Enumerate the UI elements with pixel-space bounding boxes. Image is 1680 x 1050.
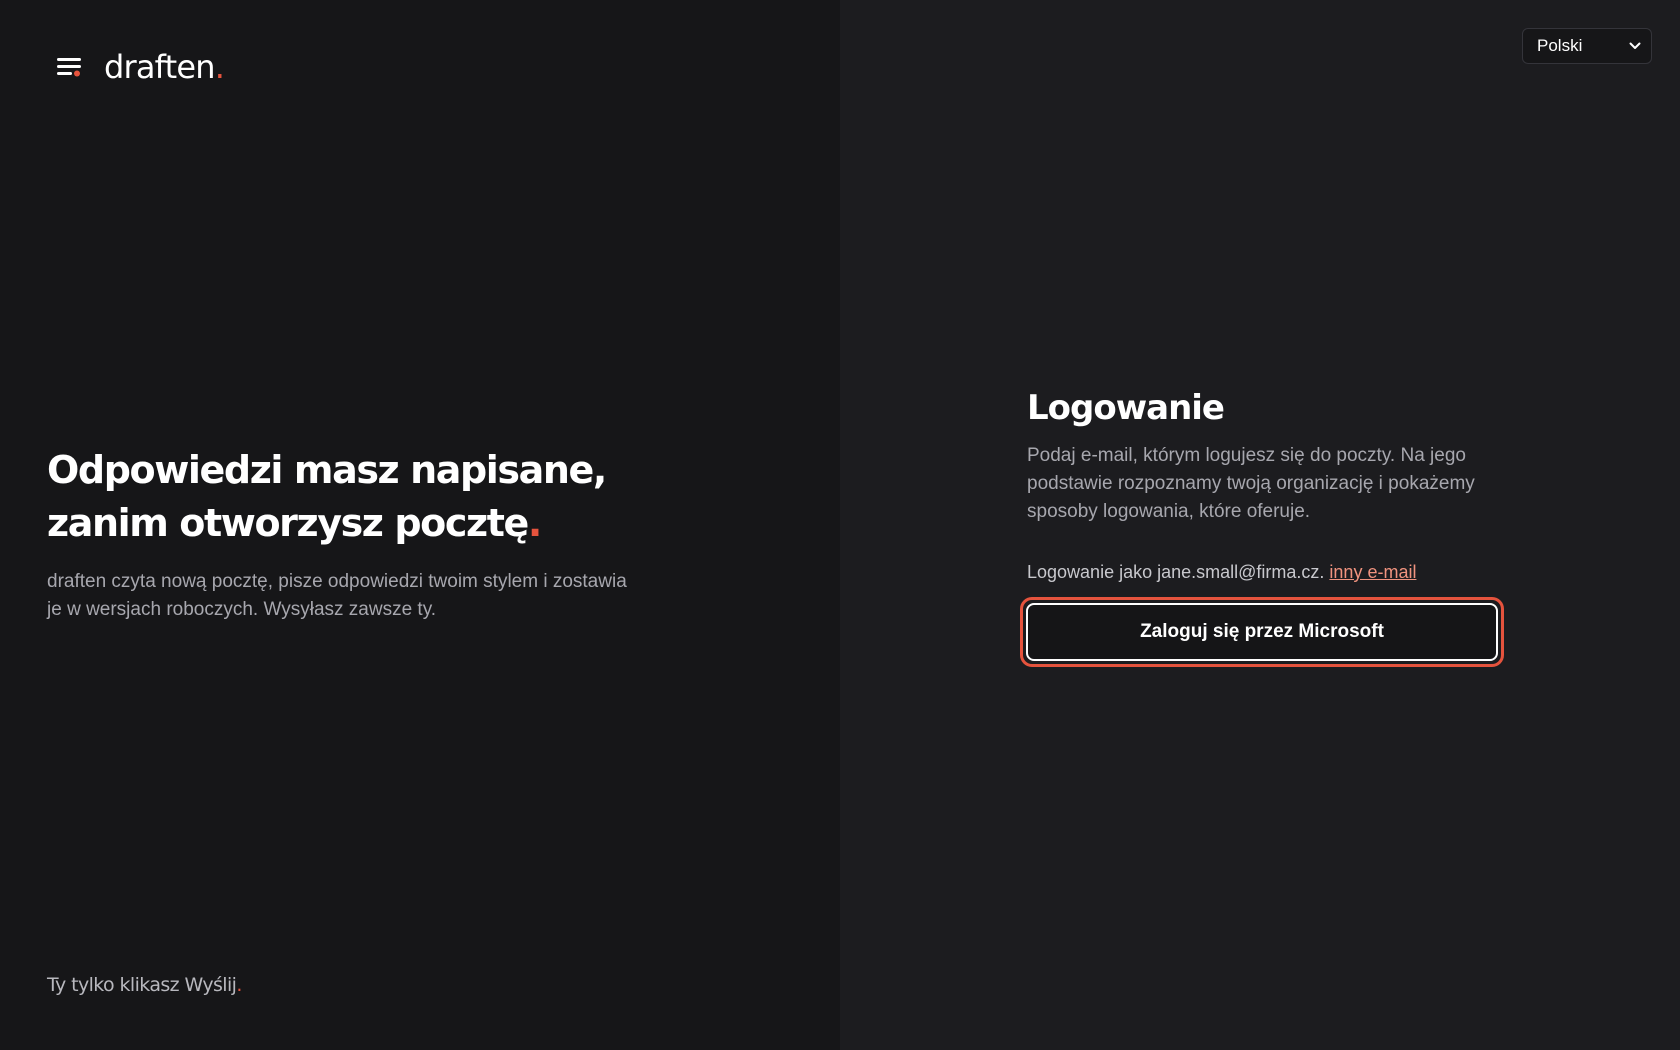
tagline-dot: . — [236, 974, 242, 996]
login-title: Logowanie — [1027, 388, 1225, 428]
language-selected: Polski — [1537, 36, 1583, 55]
hero-title-line1: Odpowiedzi masz napisane, — [47, 448, 607, 492]
brand-dot: . — [214, 48, 225, 86]
menu-lines-icon — [56, 55, 84, 79]
login-form: Logowanie Podaj e-mail, którym logujesz … — [1020, 386, 1507, 667]
hero-title-dot: . — [527, 501, 542, 545]
login-description: Podaj e-mail, którym logujesz się do poc… — [1027, 445, 1475, 522]
brand-name: draften. — [104, 48, 225, 86]
logged-as-line: Logowanie jako jane.small@firma.cz. inny… — [1027, 562, 1507, 583]
chevron-down-icon — [1629, 39, 1641, 53]
tagline-text: Ty tylko klikasz Wyślij — [47, 974, 237, 996]
tagline: Ty tylko klikasz Wyślij. — [47, 974, 242, 996]
marketing-panel: draften. Odpowiedzi masz napisane, zanim… — [0, 0, 840, 1050]
brand-logo[interactable]: draften. — [56, 48, 225, 86]
other-email-link[interactable]: inny e-mail — [1329, 562, 1416, 582]
hero-section: Odpowiedzi masz napisane, zanim otworzys… — [47, 444, 747, 624]
microsoft-login-label: Zaloguj się przez Microsoft — [1026, 603, 1498, 661]
hero-title-line2: zanim otworzysz pocztę — [47, 501, 529, 545]
microsoft-login-button[interactable]: Zaloguj się przez Microsoft — [1020, 597, 1504, 667]
hero-subtitle: draften czyta nową pocztę, pisze odpowie… — [47, 571, 627, 620]
logged-as-text: Logowanie jako jane.small@firma.cz. — [1027, 562, 1325, 582]
login-panel: Polski Logowanie Podaj e-mail, którym lo… — [840, 0, 1680, 1050]
hero-title: Odpowiedzi masz napisane, zanim otworzys… — [47, 444, 747, 550]
language-select[interactable]: Polski — [1522, 28, 1652, 64]
login-page: draften. Odpowiedzi masz napisane, zanim… — [0, 0, 1680, 1050]
